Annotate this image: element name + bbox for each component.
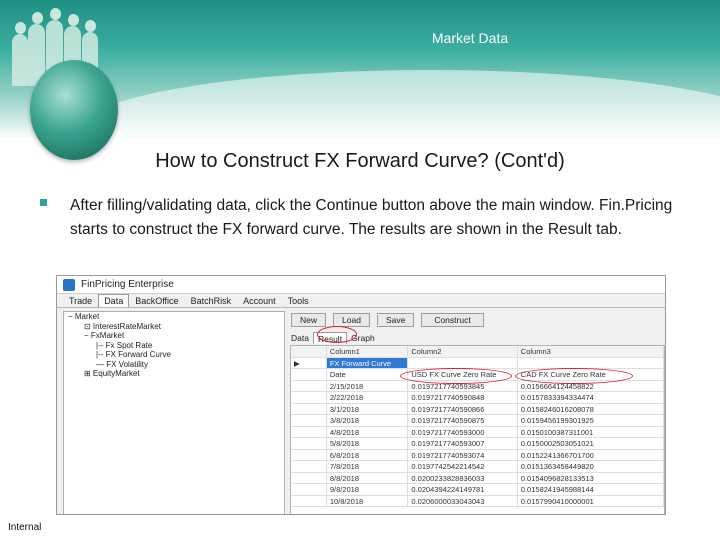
table-cell[interactable]: 0.0150100387311001	[517, 426, 664, 438]
menu-bar: Trade Data BackOffice BatchRisk Account …	[57, 294, 665, 308]
table-cell[interactable]: 0.0197742542214542	[408, 461, 518, 473]
table-cell[interactable]: 2/22/2018	[326, 392, 409, 404]
table-cell[interactable]: 0.0152241366701700	[517, 449, 664, 461]
menu-tab-account[interactable]: Account	[237, 294, 282, 307]
finpricing-window: FinPricing Enterprise Trade Data BackOff…	[56, 275, 666, 515]
grid-header-cell[interactable]: Column1	[326, 346, 409, 358]
tab-data[interactable]: Data	[287, 332, 313, 344]
menu-tab-backoffice[interactable]: BackOffice	[129, 294, 184, 307]
table-cell[interactable]: 0.0197217740593074	[408, 449, 518, 461]
curve-toolbar: New Load Save Construct	[287, 311, 665, 328]
table-row[interactable]: ▶ FX Forward Curve	[291, 357, 664, 369]
table-cell[interactable]: 0.0157833394334474	[517, 392, 664, 404]
header-title: Market Data	[431, 30, 509, 46]
table-cell[interactable]: 0.0159456199301925	[517, 415, 664, 427]
row-selector-cell[interactable]	[291, 369, 327, 381]
row-selector-cell[interactable]	[291, 426, 327, 438]
table-row[interactable]: 8/8/2018 0.0200233828836033 0.015409682813…	[291, 472, 664, 484]
menu-tab-trade[interactable]: Trade	[63, 294, 98, 307]
construct-button[interactable]: Construct	[421, 312, 484, 327]
app-logo-icon	[63, 278, 75, 291]
table-cell[interactable]: 0.0157990410000001	[517, 495, 664, 507]
row-selector-cell[interactable]	[291, 392, 327, 404]
new-button[interactable]: New	[291, 312, 327, 327]
slide-title: How to Construct FX Forward Curve? (Cont…	[155, 150, 565, 172]
table-cell[interactable]: 5/8/2018	[326, 438, 409, 450]
load-button[interactable]: Load	[333, 312, 370, 327]
table-cell[interactable]: 0.0158241945988144	[517, 484, 664, 496]
table-cell[interactable]: 0.0200233828836033	[408, 472, 518, 484]
window-titlebar: FinPricing Enterprise	[57, 276, 665, 294]
grid-header-row: Column1 Column2 Column3	[291, 346, 664, 358]
table-row[interactable]: 10/8/2018 0.0206000033043043 0.01579904100…	[291, 495, 664, 507]
table-cell[interactable]: 0.0206000033043043	[408, 495, 518, 507]
menu-tab-batchrisk[interactable]: BatchRisk	[185, 294, 238, 307]
table-cell[interactable]: FX Forward Curve	[326, 357, 409, 369]
tree-node-fx-market[interactable]: − FxMarket	[64, 331, 284, 341]
table-cell[interactable]: 7/8/2018	[326, 461, 409, 473]
row-selector-cell[interactable]	[291, 438, 327, 450]
tree-node-market[interactable]: − Market	[64, 312, 284, 322]
table-cell[interactable]: 6/8/2018	[326, 449, 409, 461]
market-tree: − Market ⊡ InterestRateMarket − FxMarket…	[63, 311, 285, 514]
tree-node-fx-forward-curve[interactable]: |-- FX Forward Curve	[64, 350, 284, 360]
table-row[interactable]: 9/8/2018 0.0204394224149781 0.015824194598…	[291, 484, 664, 496]
table-cell[interactable]	[517, 357, 664, 369]
table-cell[interactable]: 0.0150002503051021	[517, 438, 664, 450]
row-selector-cell[interactable]	[291, 403, 327, 415]
grid-header-cell[interactable]: Column3	[517, 346, 664, 358]
table-cell[interactable]: 3/8/2018	[326, 415, 409, 427]
table-cell[interactable]: 0.0154096828133513	[517, 472, 664, 484]
banner-wave	[80, 70, 720, 140]
row-selector-cell[interactable]	[291, 461, 327, 473]
table-cell[interactable]: 0.0197217740590866	[408, 403, 518, 415]
menu-tab-data[interactable]: Data	[98, 294, 130, 307]
table-row[interactable]: 6/8/2018 0.0197217740593074 0.015224136670…	[291, 449, 664, 461]
table-cell[interactable]: 0.0197217740590848	[408, 392, 518, 404]
table-cell[interactable]: 0.0197217740593007	[408, 438, 518, 450]
grid-header-cell	[291, 346, 327, 358]
table-cell[interactable]: Date	[326, 369, 409, 381]
footer-label: Internal	[8, 522, 42, 533]
menu-tab-tools[interactable]: Tools	[282, 294, 315, 307]
table-cell[interactable]: 0.0197217740590875	[408, 415, 518, 427]
table-row[interactable]: 4/8/2018 0.0197217740593000 0.015010038731…	[291, 426, 664, 438]
save-button[interactable]: Save	[376, 312, 415, 327]
table-row[interactable]: 3/8/2018 0.0197217740590875 0.015945619930…	[291, 415, 664, 427]
row-selector-cell[interactable]	[291, 380, 327, 392]
annotation-circle-result-tab	[317, 326, 357, 343]
tree-node-fx-spot-rate[interactable]: |-- Fx Spot Rate	[64, 341, 284, 351]
tree-node-interest-rate-market[interactable]: ⊡ InterestRateMarket	[64, 322, 284, 332]
table-cell[interactable]: 8/8/2018	[326, 472, 409, 484]
table-cell[interactable]: 9/8/2018	[326, 484, 409, 496]
table-cell[interactable]: 3/1/2018	[326, 403, 409, 415]
row-selector-cell[interactable]	[291, 415, 327, 427]
row-selector-cell[interactable]: ▶	[291, 357, 327, 369]
tree-node-fx-volatility[interactable]: — FX Volatility	[64, 360, 284, 370]
bullet-square-icon	[40, 199, 47, 206]
table-cell[interactable]: 2/15/2018	[326, 380, 409, 392]
row-selector-cell[interactable]	[291, 472, 327, 484]
bullet-text: After filling/validating data, click the…	[70, 197, 673, 238]
annotation-circle-usd-header	[400, 368, 512, 384]
globe-icon	[30, 60, 118, 160]
row-selector-cell[interactable]	[291, 495, 327, 507]
table-cell[interactable]: 0.0204394224149781	[408, 484, 518, 496]
window-title: FinPricing Enterprise	[81, 279, 174, 290]
table-cell[interactable]: 4/8/2018	[326, 426, 409, 438]
table-cell[interactable]: 10/8/2018	[326, 495, 409, 507]
table-cell[interactable]: 0.0197217740593000	[408, 426, 518, 438]
tree-node-equity-market[interactable]: ⊞ EquityMarket	[64, 369, 284, 379]
annotation-circle-cad-header	[515, 368, 633, 384]
table-row[interactable]: 3/1/2018 0.0197217740590866 0.015824601620…	[291, 403, 664, 415]
row-selector-cell[interactable]	[291, 449, 327, 461]
table-row[interactable]: 5/8/2018 0.0197217740593007 0.015000250305…	[291, 438, 664, 450]
row-selector-cell[interactable]	[291, 484, 327, 496]
table-cell[interactable]: 0.0151363458449820	[517, 461, 664, 473]
table-row[interactable]: 2/22/2018 0.0197217740590848 0.01578333943…	[291, 392, 664, 404]
grid-header-cell[interactable]: Column2	[408, 346, 518, 358]
table-cell[interactable]: 0.0158246016208078	[517, 403, 664, 415]
table-row[interactable]: 7/8/2018 0.0197742542214542 0.015136345844…	[291, 461, 664, 473]
